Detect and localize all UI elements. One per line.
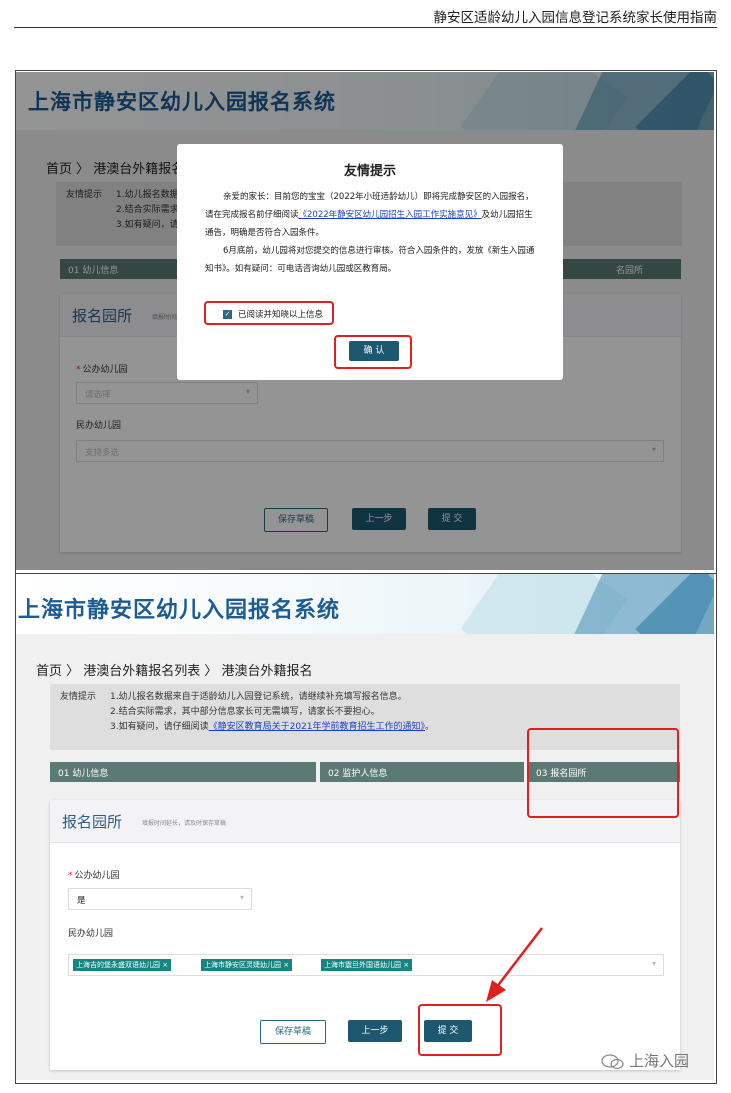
- dialog-text: 6月底前，幼儿园将对您提交的信息进行审核。符合入园条件的，发放《新生入园通知书》…: [205, 246, 535, 274]
- save-draft-button[interactable]: 保存草稿: [260, 1020, 326, 1044]
- breadcrumb[interactable]: 首页 〉 港澳台外籍报名列表 〉 港澳台外籍报名: [36, 660, 313, 679]
- public-kindergarten-select[interactable]: 是 ▾: [68, 888, 252, 910]
- document-header: 静安区适龄幼儿入园信息登记系统家长使用指南: [0, 0, 731, 34]
- highlight-checkbox: [204, 301, 334, 325]
- prev-step-button[interactable]: 上一步: [348, 1020, 402, 1042]
- kindergarten-tag[interactable]: 上海市静安区灵婕幼儿园 ×: [201, 959, 293, 971]
- step-guardian-info[interactable]: 02 监护人信息: [328, 766, 387, 779]
- card-hint: 填报时间延长，请及时保存草稿: [142, 820, 227, 827]
- chevron-down-icon: ▾: [239, 893, 244, 902]
- document-title: 静安区适龄幼儿入园信息登记系统家长使用指南: [433, 10, 718, 26]
- header-rule: [14, 27, 717, 28]
- system-title: 上海市静安区幼儿入园报名系统: [18, 598, 341, 623]
- notice-link[interactable]: 《静安区教育局关于2021年学前教育招生工作的通知》: [209, 722, 425, 732]
- highlight-submit: [418, 1004, 502, 1056]
- system-banner: 上海市静安区幼儿入园报名系统: [16, 574, 714, 634]
- policy-link[interactable]: 《2022年静安区幼儿园招生入园工作实施意见》: [299, 210, 482, 220]
- private-kindergarten-label: 民办幼儿园: [68, 929, 114, 939]
- notice-text: 。: [425, 722, 435, 732]
- notice-line: 2.结合实际需求，其中部分信息家长可无需填写，请家长不要担心。: [110, 707, 380, 717]
- notice-line: 1.幼儿报名数据来自于适龄幼儿入园登记系统，请继续补充填写报名信息。: [110, 692, 407, 702]
- notice-text: 3.如有疑问，请仔细阅读: [110, 722, 209, 732]
- card-title: 报名园所: [62, 813, 123, 831]
- notice-label: 友情提示: [60, 692, 97, 702]
- highlight-confirm: [334, 335, 412, 369]
- dialog-body: 亲爱的家长：目前您的宝宝（2022年小班适龄幼儿）即将完成静安区的入园报名，请在…: [205, 188, 539, 278]
- screenshot-1: 上海市静安区幼儿入园报名系统 首页 〉 港澳台外籍报名 友情提示 1.幼儿报名数…: [16, 72, 714, 570]
- select-value: 是: [77, 896, 86, 906]
- red-arrow-icon: [486, 927, 543, 1002]
- kindergarten-card: 报名园所 填报时间延长，请及时保存草稿 * 公办幼儿园 是 ▾ 民办幼儿园 上海吉…: [50, 800, 680, 1070]
- screenshot-2: 上海市静安区幼儿入园报名系统 首页 〉 港澳台外籍报名列表 〉 港澳台外籍报名 …: [16, 574, 714, 1080]
- kindergarten-tag[interactable]: 上海市震旦外国语幼儿园 ×: [321, 959, 413, 971]
- highlight-step3: [527, 728, 679, 818]
- chevron-down-icon: ▾: [651, 959, 656, 968]
- private-kindergarten-select[interactable]: 上海吉的堡永盛双语幼儿园 × 上海市静安区灵婕幼儿园 × 上海市震旦外国语幼儿园…: [68, 954, 664, 976]
- kindergarten-tag[interactable]: 上海吉的堡永盛双语幼儿园 ×: [73, 959, 172, 971]
- notice-line: 3.如有疑问，请仔细阅读《静安区教育局关于2021年学前教育招生工作的通知》。: [110, 720, 434, 735]
- dialog-title: 友情提示: [343, 164, 396, 179]
- wechat-icon: [601, 1053, 624, 1069]
- public-kindergarten-label: * 公办幼儿园: [68, 871, 120, 881]
- watermark-text: 上海入园: [629, 1052, 690, 1070]
- watermark: 上海入园: [600, 1050, 689, 1071]
- step-separator: [316, 762, 320, 782]
- step-child-info[interactable]: 01 幼儿信息: [58, 766, 108, 779]
